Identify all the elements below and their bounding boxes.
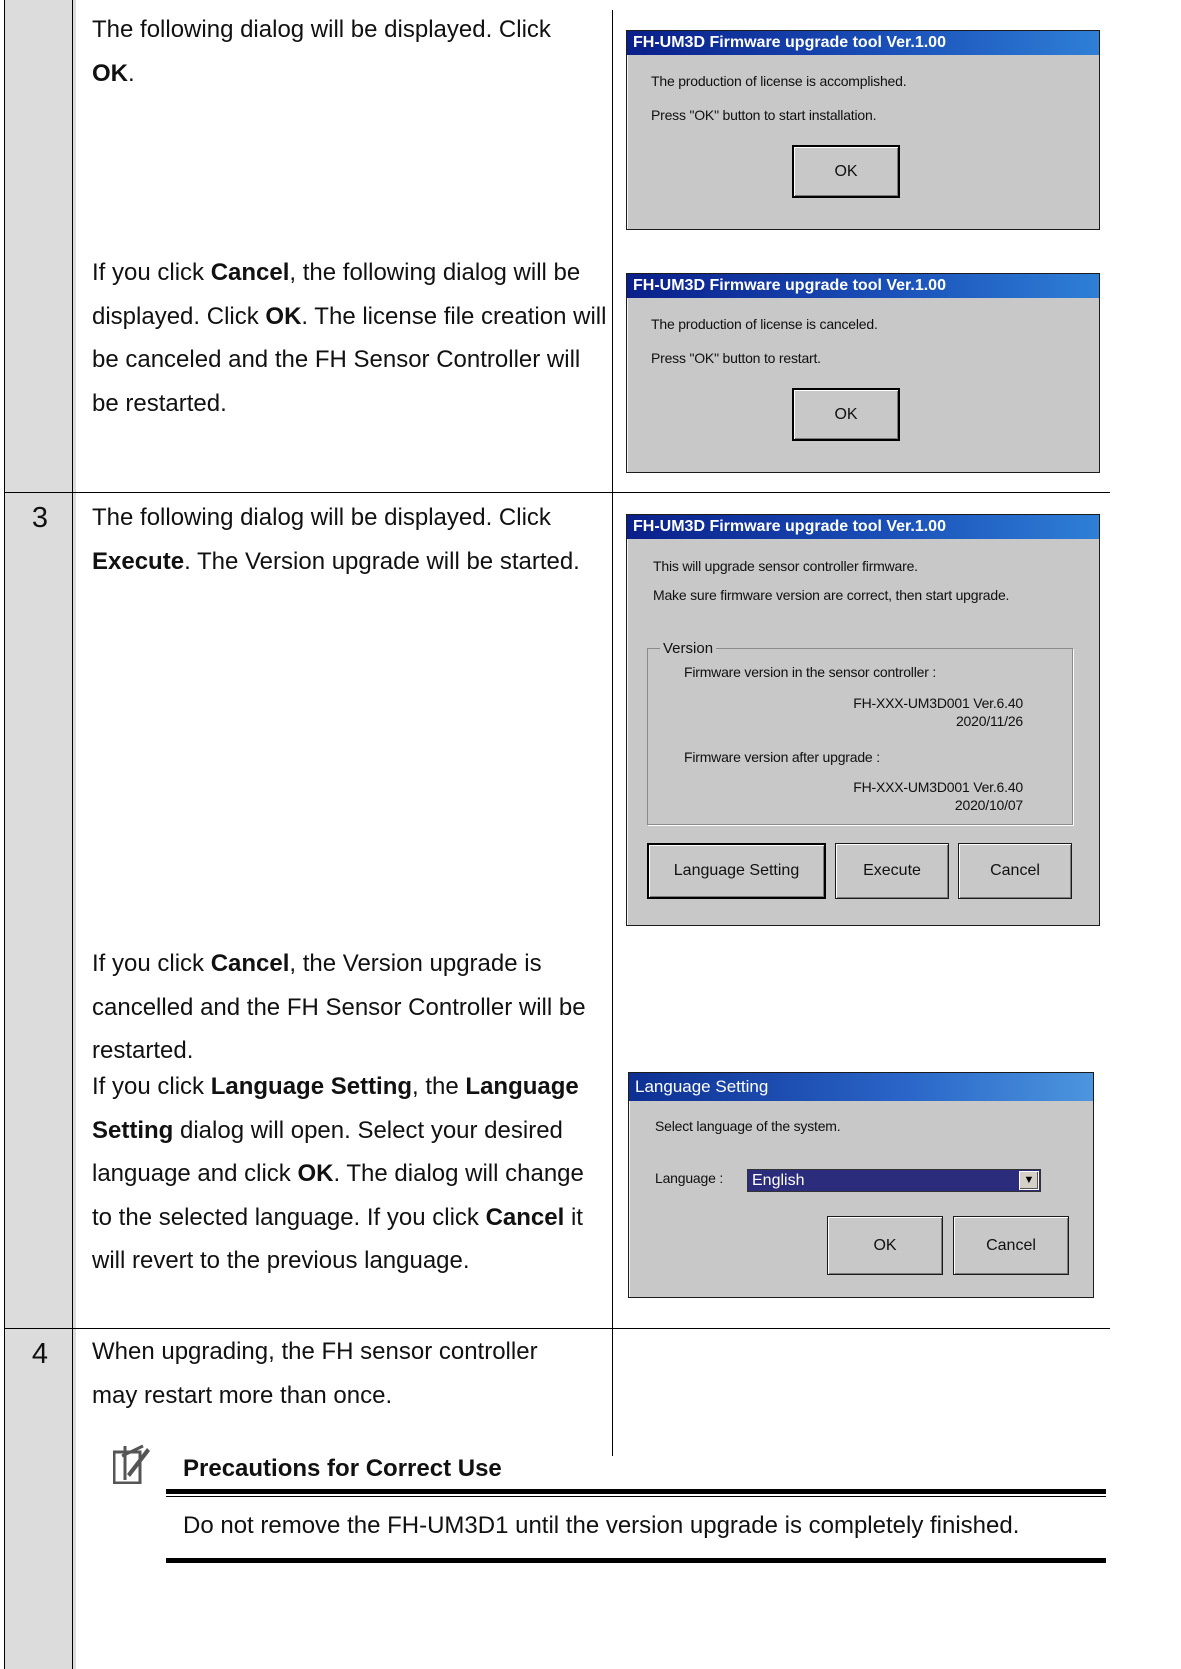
precautions-top-rule — [166, 1489, 1106, 1494]
language-select[interactable]: English ▼ — [747, 1169, 1041, 1192]
after-version-date: 2020/10/07 — [954, 797, 1023, 813]
cancel-button[interactable]: Cancel — [958, 843, 1072, 899]
current-version-label: Firmware version in the sensor controlle… — [684, 664, 937, 680]
step3-cancel-note: If you click Cancel, the Version upgrade… — [92, 950, 586, 1064]
dialog-title: FH-UM3D Firmware upgrade tool Ver.1.00 — [627, 274, 1099, 298]
dialog-message: The production of license is accomplishe… — [651, 73, 907, 89]
precaution-icon — [112, 1444, 151, 1485]
after-version-label: Firmware version after upgrade : — [684, 749, 880, 765]
language-setting-button[interactable]: Language Setting — [647, 843, 826, 899]
execute-button[interactable]: Execute — [835, 843, 949, 899]
dialog-message: Press "OK" button to start installation. — [651, 107, 877, 123]
language-label: Language : — [655, 1170, 724, 1186]
left-border — [4, 0, 5, 1669]
step-column-divider — [72, 0, 73, 1669]
step2-instruction: The following dialog will be displayed. … — [92, 16, 551, 87]
dialog-message: The production of license is canceled. — [651, 316, 878, 332]
chevron-down-icon[interactable]: ▼ — [1019, 1171, 1039, 1190]
precautions-thin-rule — [166, 1496, 1106, 1497]
after-version-value: FH-XXX-UM3D001 Ver.6.40 — [853, 779, 1023, 795]
dialog-title: Language Setting — [629, 1073, 1093, 1101]
dialog-message: Make sure firmware version are correct, … — [653, 587, 1010, 603]
firmware-upgrade-dialog: FH-UM3D Firmware upgrade tool Ver.1.00 T… — [626, 514, 1100, 926]
step2-cancel-note: If you click Cancel, the following dialo… — [92, 259, 607, 417]
cancel-button[interactable]: Cancel — [953, 1216, 1069, 1275]
precautions-title: Precautions for Correct Use — [183, 1455, 502, 1482]
current-version-value: FH-XXX-UM3D001 Ver.6.40 — [853, 695, 1023, 711]
dialog-message: Press "OK" button to restart. — [651, 350, 821, 366]
step-column — [4, 0, 76, 1669]
license-canceled-dialog: FH-UM3D Firmware upgrade tool Ver.1.00 T… — [626, 273, 1100, 473]
step3-number: 3 — [31, 502, 49, 534]
step3-language-note: If you click Language Setting, the Langu… — [92, 1073, 584, 1274]
dialog-title: FH-UM3D Firmware upgrade tool Ver.1.00 — [627, 515, 1099, 539]
ok-button[interactable]: OK — [792, 388, 900, 441]
step4-number: 4 — [31, 1338, 49, 1370]
precautions-body: Do not remove the FH-UM3D1 until the ver… — [183, 1512, 1020, 1539]
dialog-message: Select language of the system. — [655, 1118, 841, 1134]
current-version-date: 2020/11/26 — [955, 713, 1023, 729]
ok-button[interactable]: OK — [792, 145, 900, 198]
version-group-label: Version — [660, 640, 717, 657]
language-setting-dialog: Language Setting Select language of the … — [628, 1072, 1094, 1298]
dialog-title: FH-UM3D Firmware upgrade tool Ver.1.00 — [627, 31, 1099, 55]
precautions-bottom-rule — [166, 1558, 1106, 1563]
row-divider-2-3 — [4, 492, 1110, 493]
step3-instruction: The following dialog will be displayed. … — [92, 504, 580, 575]
ok-button[interactable]: OK — [827, 1216, 943, 1275]
license-accomplished-dialog: FH-UM3D Firmware upgrade tool Ver.1.00 T… — [626, 30, 1100, 230]
step4-instruction: When upgrading, the FH sensor controller… — [92, 1338, 538, 1409]
language-select-value: English — [752, 1172, 805, 1189]
image-column-divider — [612, 10, 613, 1456]
dialog-message: This will upgrade sensor controller firm… — [653, 558, 918, 574]
row-divider-3-4 — [4, 1328, 1110, 1329]
